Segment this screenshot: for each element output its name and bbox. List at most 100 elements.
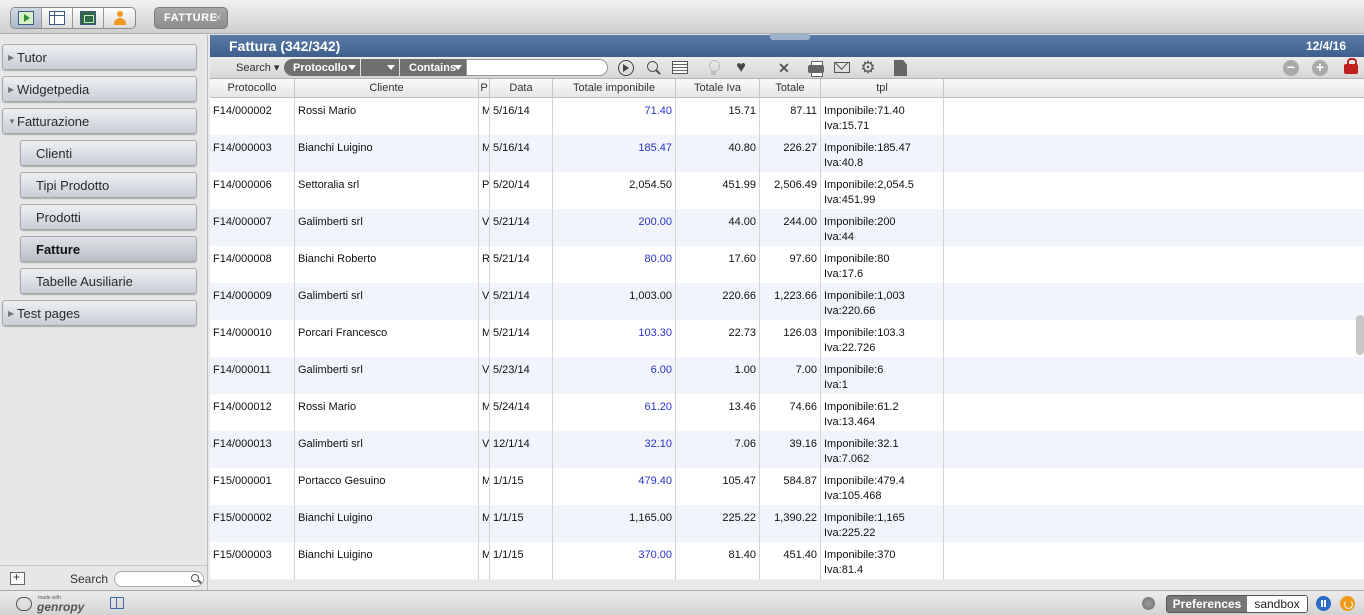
top-bar: FATTURE × <box>0 0 1364 34</box>
col-header-totale-iva[interactable]: Totale Iva <box>676 79 760 98</box>
sidebar-item-fatturazione[interactable]: ▼ Fatturazione <box>2 108 197 134</box>
power-icon[interactable] <box>1340 596 1355 611</box>
table-row[interactable]: F14/000010Porcari FrancescoM5/21/14103.3… <box>210 320 1364 357</box>
tpl-imponibile: Imponibile:200 <box>824 216 896 228</box>
field-select[interactable]: Protocollo <box>284 59 360 76</box>
tpl-imponibile: Imponibile:61.2 <box>824 401 899 413</box>
gear-icon[interactable]: ⚙ <box>860 59 876 76</box>
delete-record-icon[interactable]: − <box>1283 60 1299 76</box>
run-query-icon[interactable] <box>618 60 634 76</box>
col-header-cliente[interactable]: Cliente <box>295 79 479 98</box>
vertical-scrollbar[interactable] <box>1356 315 1364 355</box>
columns-icon <box>49 11 65 25</box>
cell-p: M <box>479 468 490 505</box>
cell-tpl: Imponibile:370 Iva:81.4 <box>821 542 944 579</box>
col-header-totale[interactable]: Totale <box>760 79 821 98</box>
row-filler <box>944 172 1364 209</box>
table-row[interactable]: F14/000003Bianchi LuiginoM5/16/14185.474… <box>210 135 1364 172</box>
cell-totale-imponibile: 1,165.00 <box>553 505 676 542</box>
main-header: Fattura (342/342) 12/4/16 <box>210 34 1364 57</box>
col-header-protocollo[interactable]: Protocollo <box>210 79 295 98</box>
cell-cliente: Bianchi Luigino <box>295 505 479 542</box>
sidebar-item-clienti[interactable]: Clienti <box>20 140 197 166</box>
table-row[interactable]: F15/000001Portacco GesuinoM1/1/15479.401… <box>210 468 1364 505</box>
app-user-button[interactable] <box>104 8 135 28</box>
document-icon[interactable] <box>894 60 907 76</box>
sidebar-item-label: Fatturazione <box>17 113 90 129</box>
table-row[interactable]: F14/000002Rossi MarioM5/16/1471.4015.718… <box>210 98 1364 135</box>
col-header-p[interactable]: P <box>479 79 490 98</box>
operator-select[interactable]: Contains <box>400 59 466 76</box>
sidebar-item-test-pages[interactable]: ▶ Test pages <box>2 300 197 326</box>
row-filler <box>944 357 1364 394</box>
table-row[interactable]: F15/000003Bianchi LuiginoM1/1/15370.0081… <box>210 542 1364 579</box>
close-icon[interactable]: × <box>215 12 222 24</box>
sidebar-item-widgetpedia[interactable]: ▶ Widgetpedia <box>2 76 197 102</box>
pane-drag-handle[interactable] <box>770 34 810 40</box>
sidebar-item-fatture[interactable]: Fatture <box>20 236 197 262</box>
heart-icon[interactable]: ♥ <box>733 60 749 76</box>
cell-p: RI <box>479 246 490 283</box>
add-record-icon[interactable]: + <box>1312 60 1328 76</box>
cell-protocollo: F15/000004 <box>210 579 295 580</box>
cell-cliente: Settoralia srl <box>295 172 479 209</box>
table-row[interactable]: F14/000011 Galimberti srl V 5/23/14 6.00 1.00… <box>210 357 1364 394</box>
tpl-imponibile: Imponibile:1,165 <box>824 512 905 524</box>
cell-cliente: Galimberti srl <box>295 357 479 394</box>
add-page-icon[interactable] <box>10 570 25 585</box>
sidebar-item-label: Test pages <box>17 305 80 321</box>
expand-triangle-icon: ▶ <box>8 85 15 94</box>
cell-data: 5/16/14 <box>490 98 553 135</box>
cell-totale-iva: 201.72 <box>676 579 760 580</box>
col-header-totale-imponibile[interactable]: Totale imponibile <box>553 79 676 98</box>
sidebar-item-label: Tipi Prodotto <box>36 177 110 193</box>
tab-fatture[interactable]: FATTURE × <box>154 7 228 29</box>
sidebar-item-tabelle-ausiliarie[interactable]: Tabelle Ausiliarie <box>20 268 197 294</box>
col-header-tpl[interactable]: tpl <box>821 79 944 98</box>
tpl-iva: Iva:220.66 <box>824 305 876 317</box>
app-run-button[interactable] <box>11 8 42 28</box>
sidebar-item-tutor[interactable]: ▶ Tutor <box>2 44 197 70</box>
preferences-button[interactable]: Preferences sandbox <box>1166 595 1308 613</box>
app-spreadsheet-button[interactable] <box>73 8 104 28</box>
book-icon[interactable] <box>110 597 124 609</box>
search-icon[interactable] <box>646 60 662 76</box>
cell-data: 1/1/15 <box>490 505 553 542</box>
search-menu-label[interactable]: Search ▾ <box>236 61 279 74</box>
sidebar-item-prodotti[interactable]: Prodotti <box>20 204 197 230</box>
table-row[interactable]: F15/000002Bianchi LuiginoM1/1/151,165.00… <box>210 505 1364 542</box>
lock-icon[interactable] <box>1344 58 1358 74</box>
cell-cliente: Rossi Mario <box>295 394 479 431</box>
cell-totale: 87.11 <box>760 98 821 135</box>
cell-totale-imponibile: 2,054.50 <box>553 172 676 209</box>
row-filler <box>944 135 1364 172</box>
table-row[interactable]: F14/000009 Galimberti srl V 5/21/14 1,003.00… <box>210 283 1364 320</box>
user-icon <box>113 11 127 25</box>
table-row[interactable]: F14/000013 Galimberti srl V 12/1/14 32.10 7.0… <box>210 431 1364 468</box>
cell-p: M <box>479 505 490 542</box>
table-row[interactable]: F14/000012Rossi MarioM5/24/1461.2013.467… <box>210 394 1364 431</box>
mail-icon[interactable] <box>834 62 850 73</box>
list-view-icon[interactable] <box>672 61 688 74</box>
print-icon[interactable] <box>808 60 824 77</box>
search-value-input[interactable] <box>466 59 608 76</box>
sidebar-search-input[interactable] <box>114 571 204 587</box>
chevron-down-icon <box>348 65 356 70</box>
preferences-label: Preferences <box>1167 596 1247 612</box>
modifier-select[interactable] <box>361 59 399 76</box>
app-columns-button[interactable] <box>42 8 73 28</box>
table-row[interactable]: F14/000008Bianchi RobertoRI5/21/1480.001… <box>210 246 1364 283</box>
lightbulb-icon[interactable] <box>706 60 722 76</box>
table-row[interactable]: F15/000004Bianchi RobertoRI1/2/151,122.0… <box>210 579 1364 580</box>
col-header-data[interactable]: Data <box>490 79 553 98</box>
cell-p: V <box>479 283 490 320</box>
pause-icon[interactable] <box>1316 596 1331 611</box>
sidebar-item-tipi-prodotto[interactable]: Tipi Prodotto <box>20 172 197 198</box>
table-row[interactable]: F14/000006Settoralia srlPi5/20/142,054.5… <box>210 172 1364 209</box>
search-icon <box>191 574 199 582</box>
row-filler <box>944 283 1364 320</box>
table-row[interactable]: F14/000007 Galimberti srl V 5/21/14 200.00 44… <box>210 209 1364 246</box>
export-excel-icon[interactable]: ✕ <box>776 60 792 76</box>
tpl-imponibile: Imponibile:185.47 <box>824 142 911 154</box>
cell-protocollo: F14/000007 <box>210 209 295 246</box>
